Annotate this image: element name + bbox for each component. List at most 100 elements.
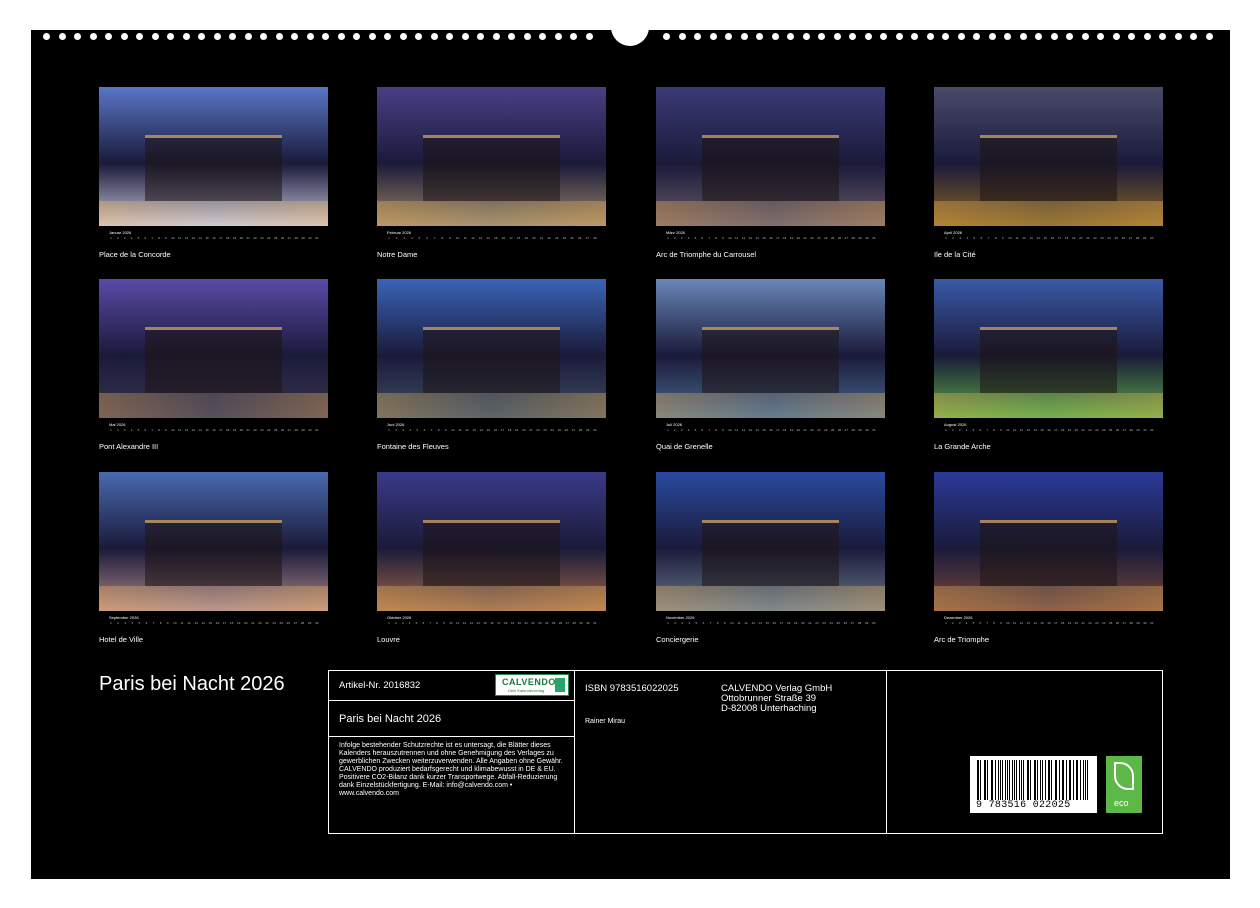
legal-notice: Infolge bestehender Schutzrechte ist es … [339,742,571,798]
day-number: 27 [850,621,854,629]
logo-mark-icon [555,678,565,692]
day-number: 9 [166,621,170,629]
binding-hole [570,33,577,40]
day-number: 24 [272,621,276,629]
month-caption: Arc de Triomphe [934,635,989,644]
day-number: 10 [451,428,455,436]
day-number: 21 [540,236,544,244]
binding-hole [989,33,996,40]
day-number: 11 [456,621,460,629]
binding-hole [431,33,438,40]
month-name: November 2026 [666,615,694,620]
day-number: 29 [586,428,590,436]
day-number: 11 [458,428,462,436]
photo-silhouette [145,135,282,201]
day-number: 9 [164,236,168,244]
day-number: 5 [418,236,422,244]
day-number: 2 [951,428,955,436]
day-number: 31 [593,621,597,629]
month-photo [934,472,1163,611]
day-number: 21 [808,621,812,629]
binding-hole [307,33,314,40]
day-number: 10 [1008,236,1012,244]
binding-hole [1190,33,1197,40]
month-name: April 2026 [944,230,962,235]
day-number: 6 [425,236,429,244]
binding-hole [493,33,500,40]
day-number: 3 [680,428,684,436]
day-number: 28 [593,236,597,244]
binding-hole [260,33,267,40]
month-cell: Dezember 2026123456789101112131415161718… [934,472,1163,611]
day-number: 22 [815,621,819,629]
photo-lights [377,586,606,611]
day-number: 30 [586,621,590,629]
day-number: 6 [143,428,147,436]
day-number: 30 [1143,621,1147,629]
day-number: 1 [944,621,948,629]
day-number: 6 [144,621,148,629]
binding-hole [1144,33,1151,40]
month-caption: Fontaine des Fleuves [377,442,449,451]
day-number: 23 [260,428,264,436]
month-name: März 2026 [666,230,685,235]
day-number: 28 [1129,428,1133,436]
day-number: 22 [547,236,551,244]
day-strip: 1234567891011121314151617181920212223242… [109,236,319,244]
day-number: 14 [201,621,205,629]
day-number: 11 [178,428,182,436]
day-number: 19 [1072,236,1076,244]
day-number: 1 [109,428,113,436]
binding-hole [1097,33,1104,40]
day-number: 31 [315,236,319,244]
day-number: 22 [1093,236,1097,244]
binding-hole [121,33,128,40]
day-number: 20 [522,428,526,436]
day-number: 20 [796,428,800,436]
day-number: 17 [776,236,780,244]
day-number: 16 [493,428,497,436]
day-number: 7 [430,428,434,436]
day-number: 23 [817,428,821,436]
day-number: 15 [762,236,766,244]
month-caption: Louvre [377,635,400,644]
day-number: 10 [173,621,177,629]
day-number: 15 [208,621,212,629]
day-number: 27 [1122,428,1126,436]
day-number: 16 [212,428,216,436]
day-number: 18 [1065,236,1069,244]
day-number: 8 [440,236,444,244]
day-number: 6 [421,621,425,629]
month-caption: La Grande Arche [934,442,991,451]
binding-hole [291,33,298,40]
day-number: 13 [1029,236,1033,244]
day-number: 24 [267,428,271,436]
binding-hole [1020,33,1027,40]
binding-hole [384,33,391,40]
day-number: 27 [565,621,569,629]
day-number: 8 [714,236,718,244]
day-number: 7 [707,428,711,436]
day-number: 6 [701,621,705,629]
day-number: 16 [490,621,494,629]
day-number: 17 [1054,621,1058,629]
binding-hole [834,33,841,40]
day-number: 1 [109,621,113,629]
day-number: 4 [408,621,412,629]
day-number: 9 [999,428,1003,436]
day-number: 2 [116,236,120,244]
binding-hole [462,33,469,40]
day-number: 29 [308,621,312,629]
day-number: 14 [1033,621,1037,629]
day-number: 16 [1050,236,1054,244]
day-number: 4 [130,236,134,244]
month-caption: Arc de Triomphe du Carrousel [656,250,756,259]
binding-hole [415,33,422,40]
day-number: 13 [1026,428,1030,436]
barcode-bars [977,760,1090,800]
binding-hole [1004,33,1011,40]
day-number: 4 [408,428,412,436]
day-number: 18 [787,621,791,629]
day-number: 7 [709,621,713,629]
day-number: 14 [1033,428,1037,436]
